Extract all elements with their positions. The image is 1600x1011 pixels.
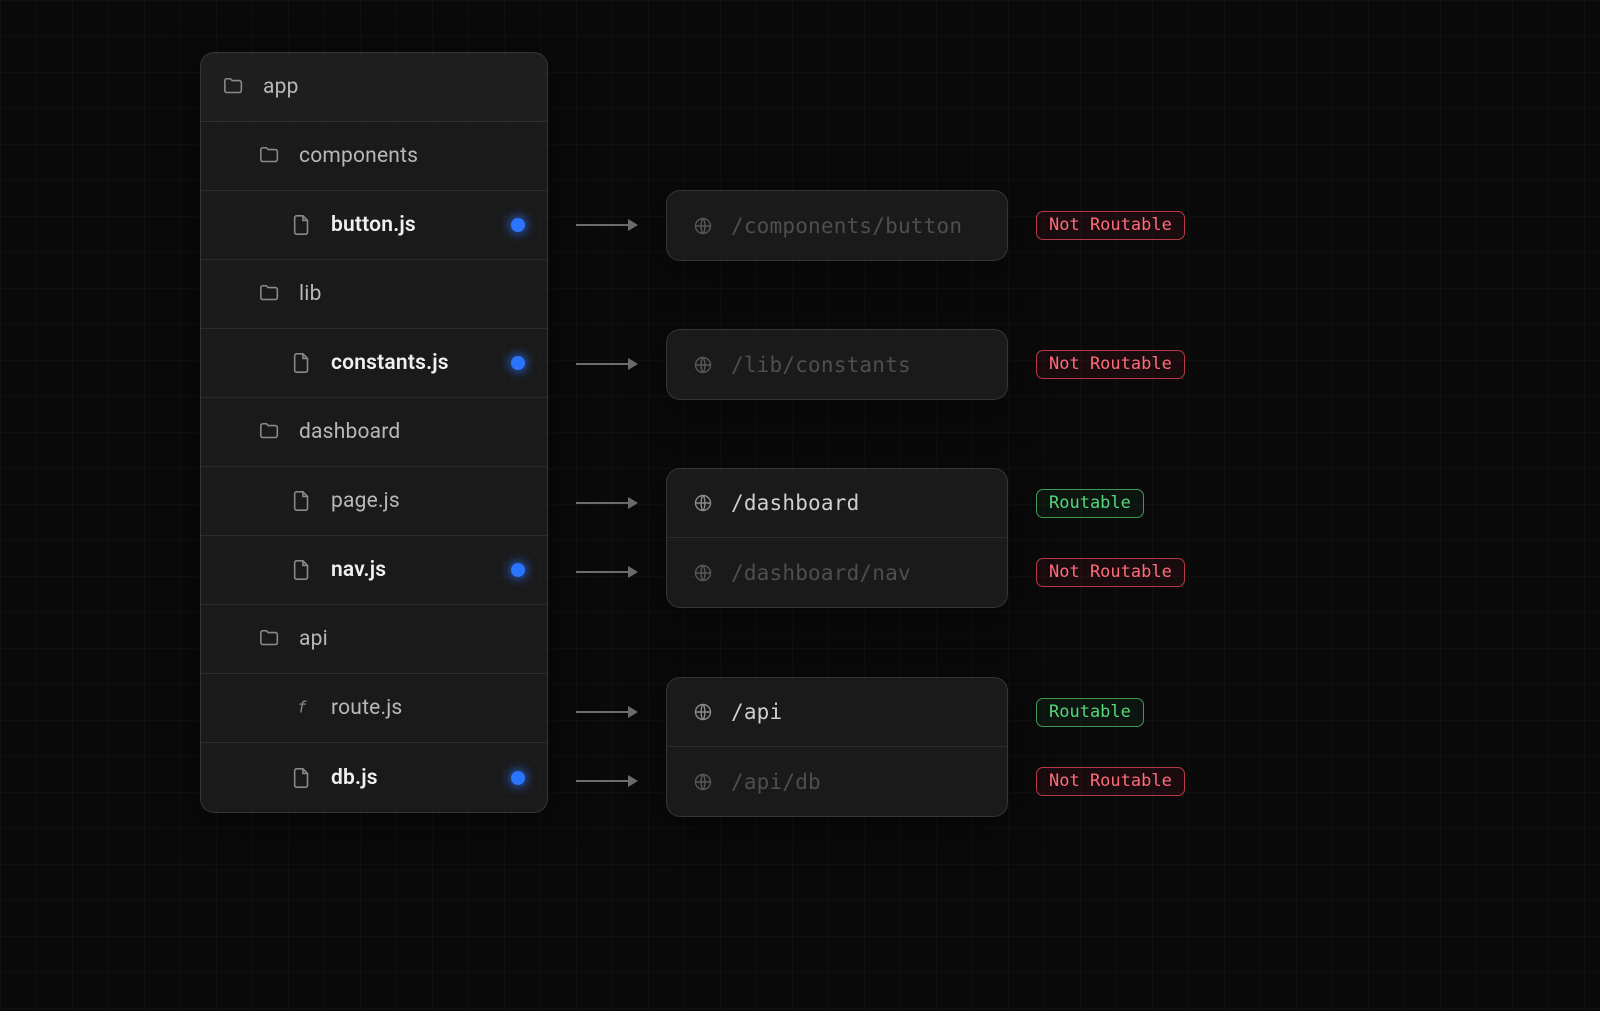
route-card-components-button: /components/button	[666, 190, 1008, 261]
file-row-db-js: db.js	[201, 743, 547, 812]
file-icon	[291, 559, 313, 581]
route-row-api: /api	[667, 678, 1007, 747]
function-file-icon	[291, 697, 313, 719]
file-row-route-js: route.js	[201, 674, 547, 743]
file-icon	[291, 490, 313, 512]
file-label: nav.js	[331, 558, 386, 582]
colocated-dot-icon	[511, 771, 525, 785]
folder-label: api	[299, 627, 328, 651]
badge-not-routable: Not Routable	[1036, 558, 1185, 587]
folder-row-lib: lib	[201, 260, 547, 329]
badge-not-routable: Not Routable	[1036, 211, 1185, 240]
globe-icon	[693, 702, 713, 722]
route-row: /lib/constants	[667, 330, 1007, 399]
file-label: page.js	[331, 489, 400, 513]
folder-row-app: app	[201, 53, 547, 122]
route-row-dashboard-nav: /dashboard/nav	[667, 538, 1007, 607]
route-path: /api/db	[731, 770, 821, 794]
file-label: constants.js	[331, 351, 449, 375]
folder-icon	[259, 628, 281, 650]
file-label: button.js	[331, 213, 416, 237]
file-label: db.js	[331, 766, 378, 790]
badge-not-routable: Not Routable	[1036, 767, 1185, 796]
globe-icon	[693, 493, 713, 513]
route-path: /components/button	[731, 214, 962, 238]
route-path: /lib/constants	[731, 353, 911, 377]
route-card-api-group: /api /api/db	[666, 677, 1008, 817]
file-row-constants-js: constants.js	[201, 329, 547, 398]
badge-routable: Routable	[1036, 698, 1144, 727]
route-row-dashboard: /dashboard	[667, 469, 1007, 538]
route-row-api-db: /api/db	[667, 747, 1007, 816]
globe-icon	[693, 216, 713, 236]
arrow-icon	[576, 502, 636, 504]
globe-icon	[693, 563, 713, 583]
folder-row-components: components	[201, 122, 547, 191]
colocated-dot-icon	[511, 356, 525, 370]
route-path: /dashboard	[731, 491, 859, 515]
folder-icon	[223, 76, 245, 98]
file-icon	[291, 214, 313, 236]
folder-row-api: api	[201, 605, 547, 674]
folder-icon	[259, 421, 281, 443]
file-row-page-js: page.js	[201, 467, 547, 536]
arrow-icon	[576, 363, 636, 365]
colocated-dot-icon	[511, 218, 525, 232]
file-tree-panel: app components button.js lib constants.j…	[200, 52, 548, 813]
route-card-lib-constants: /lib/constants	[666, 329, 1008, 400]
file-row-button-js: button.js	[201, 191, 547, 260]
badge-not-routable: Not Routable	[1036, 350, 1185, 379]
colocated-dot-icon	[511, 563, 525, 577]
route-card-dashboard-group: /dashboard /dashboard/nav	[666, 468, 1008, 608]
folder-label: lib	[299, 282, 322, 306]
route-path: /dashboard/nav	[731, 561, 911, 585]
file-icon	[291, 767, 313, 789]
folder-row-dashboard: dashboard	[201, 398, 547, 467]
folder-label: app	[263, 75, 299, 99]
file-label: route.js	[331, 696, 402, 720]
globe-icon	[693, 772, 713, 792]
badge-routable: Routable	[1036, 489, 1144, 518]
route-row: /components/button	[667, 191, 1007, 260]
route-path: /api	[731, 700, 782, 724]
folder-icon	[259, 145, 281, 167]
globe-icon	[693, 355, 713, 375]
arrow-icon	[576, 711, 636, 713]
arrow-icon	[576, 224, 636, 226]
arrow-icon	[576, 571, 636, 573]
folder-icon	[259, 283, 281, 305]
arrow-icon	[576, 780, 636, 782]
folder-label: components	[299, 144, 418, 168]
file-row-nav-js: nav.js	[201, 536, 547, 605]
folder-label: dashboard	[299, 420, 400, 444]
file-icon	[291, 352, 313, 374]
